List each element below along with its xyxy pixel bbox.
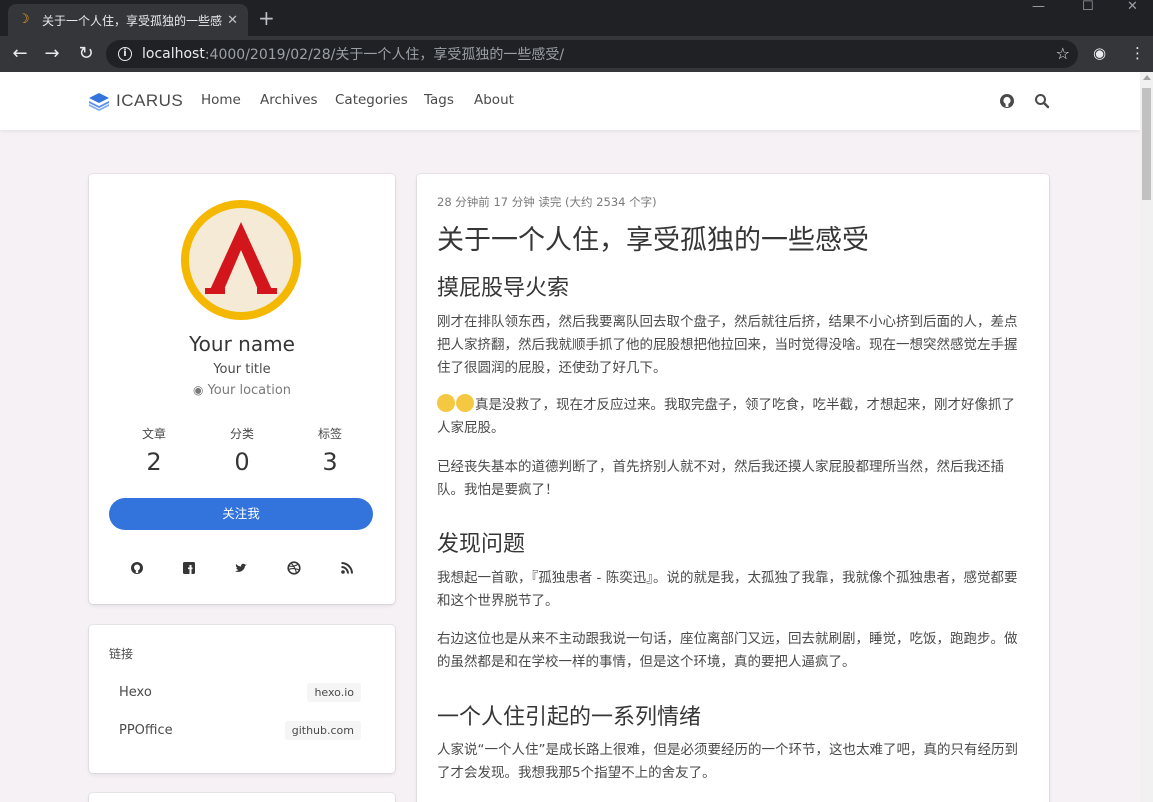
brand-name: ICARUS: [116, 91, 184, 110]
nav-archives[interactable]: Archives: [260, 92, 318, 108]
paragraph-2: 真是没救了，现在才反应过来。我取完盘子，领了吃食，吃半截，才想起来，刚才好像抓了…: [437, 394, 1027, 440]
crying-face-emoji: [437, 394, 455, 412]
browser-tab[interactable]: ☽ 关于一个人住，享受孤独的一些感受 ✕: [8, 4, 248, 36]
profile-location-text: Your location: [207, 383, 292, 398]
follow-button[interactable]: 关注我: [109, 498, 373, 530]
maximize-icon[interactable]: ☐: [1082, 0, 1094, 14]
tab-title: 关于一个人住，享受孤独的一些感受: [42, 13, 222, 28]
url-host: localhost: [142, 46, 205, 62]
menu-kebab-icon[interactable]: ⋮: [1130, 44, 1145, 62]
spartan-lambda-icon: [205, 222, 277, 294]
paragraph-4: 我想起一首歌，『孤独患者 - 陈奕迅』。说的就是我，太孤独了我靠，我就像个孤独患…: [437, 570, 1018, 609]
dribbble-icon[interactable]: [287, 561, 301, 575]
paragraph-2-text: 真是没救了，现在才反应过来。我取完盘子，领了吃食，吃半截，才想起来，刚才好像抓了…: [437, 397, 1015, 436]
nav-about[interactable]: About: [474, 92, 514, 108]
search-icon[interactable]: [1033, 92, 1051, 110]
article-meta: 28 分钟前 17 分钟 读完 (大约 2534 个字): [437, 195, 657, 209]
link-hexo-name[interactable]: Hexo: [119, 685, 152, 700]
browser-toolbar: ← → ↻ i localhost:4000/2019/02/28/关于一个人住…: [0, 36, 1153, 72]
layers-logo-icon: [89, 93, 109, 111]
link-hexo-url[interactable]: hexo.io: [307, 683, 361, 702]
page-scrollbar[interactable]: [1140, 72, 1153, 802]
stat-categories-value[interactable]: 0: [212, 448, 272, 476]
brand-logo-link[interactable]: ICARUS: [88, 90, 183, 112]
paragraph-6: 人家说“一个人住”是成长路上很难，但是必须要经历的一个环节，这也太难了吧，真的只…: [437, 742, 1018, 781]
paragraph-5: 右边这位也是从来不主动跟我说一句话，座位离部门又远，回去就刷剧，睡觉，吃饭，跑跑…: [437, 631, 1018, 670]
paragraph-1: 刚才在排队领东西，然后我要离队回去取个盘子，然后就往后挤，结果不小心挤到后面的人…: [437, 314, 1018, 376]
banana-favicon-icon: ☽: [18, 12, 30, 27]
profile-title: Your title: [213, 362, 271, 377]
avatar: [181, 200, 301, 320]
tab-close-icon[interactable]: ✕: [227, 13, 238, 28]
rss-icon[interactable]: [340, 561, 354, 575]
profile-card: Your name Your title ◉ Your location 文章 …: [89, 174, 395, 604]
forward-icon[interactable]: →: [40, 42, 64, 66]
links-card: 链接 Hexo hexo.io PPOffice github.com: [89, 625, 395, 773]
sad-face-emoji: [456, 394, 474, 412]
url-path: :4000/2019/02/28/关于一个人住，享受孤独的一些感受/: [204, 47, 565, 63]
back-icon[interactable]: ←: [8, 42, 32, 66]
map-marker-icon: ◉: [192, 383, 204, 397]
reload-icon[interactable]: ↻: [74, 42, 98, 66]
section-heading-1: 摸屁股导火索: [437, 276, 570, 301]
article-card: 28 分钟前 17 分钟 读完 (大约 2534 个字) 关于一个人住，享受孤独…: [417, 174, 1049, 802]
page-viewport: ICARUS Home Archives Categories Tags Abo…: [0, 72, 1140, 802]
link-ppoffice-name[interactable]: PPOffice: [119, 723, 173, 738]
stat-posts-value[interactable]: 2: [124, 448, 184, 476]
site-navbar: ICARUS Home Archives Categories Tags Abo…: [0, 72, 1140, 130]
stat-posts-label: 文章: [141, 427, 166, 441]
bookmark-star-icon[interactable]: ☆: [1056, 44, 1070, 63]
site-info-icon[interactable]: i: [118, 47, 132, 61]
stat-tags-label: 标签: [317, 427, 342, 441]
paragraph-3: 已经丧失基本的道德判断了，首先挤别人就不对，然后我还摸人家屁股都理所当然，然后我…: [437, 459, 1004, 498]
nav-tags[interactable]: Tags: [424, 92, 454, 108]
github-social-icon[interactable]: [130, 561, 144, 575]
stat-tags-value[interactable]: 3: [300, 448, 360, 476]
browser-tab-bar: ☽ 关于一个人住，享受孤独的一些感受 ✕ + — ☐ ✕: [0, 0, 1153, 36]
section-heading-3: 一个人住引起的一系列情绪: [437, 705, 702, 730]
address-bar[interactable]: i localhost:4000/2019/02/28/关于一个人住，享受孤独的…: [106, 40, 1078, 68]
links-title: 链接: [109, 647, 134, 661]
nav-home[interactable]: Home: [201, 92, 241, 108]
window-close-icon[interactable]: ✕: [1127, 0, 1138, 14]
minimize-icon[interactable]: —: [1032, 0, 1045, 14]
profile-location: ◉ Your location: [89, 383, 395, 398]
incognito-icon[interactable]: ◉: [1093, 44, 1106, 62]
profile-name: Your name: [189, 332, 295, 356]
next-widget-card: [89, 793, 395, 802]
link-ppoffice-url[interactable]: github.com: [284, 721, 361, 740]
nav-categories[interactable]: Categories: [335, 92, 408, 108]
github-icon[interactable]: [998, 92, 1016, 110]
facebook-icon[interactable]: [182, 561, 196, 575]
stat-categories-label: 分类: [229, 427, 254, 441]
scrollbar-thumb[interactable]: [1142, 88, 1151, 200]
new-tab-button[interactable]: +: [258, 6, 275, 30]
article-title: 关于一个人住，享受孤独的一些感受: [437, 225, 869, 256]
scroll-up-arrow-icon[interactable]: [1143, 75, 1151, 80]
section-heading-2: 发现问题: [437, 532, 526, 557]
twitter-icon[interactable]: [234, 561, 248, 575]
